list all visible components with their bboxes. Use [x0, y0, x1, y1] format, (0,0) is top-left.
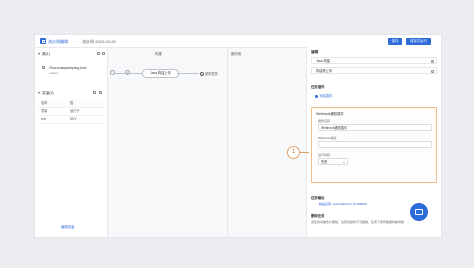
variables-section-header[interactable]: 变量(3) — [38, 91, 54, 96]
add-plugin-label: 添加插件 — [319, 94, 333, 98]
chat-fab-button[interactable] — [410, 203, 428, 221]
step-item[interactable]: Java 构建 — [311, 57, 437, 64]
stage-label-new[interactable]: 新阶段 — [231, 51, 241, 56]
edit-icon[interactable] — [93, 91, 96, 94]
page-title[interactable]: 流水线编辑 — [48, 39, 68, 45]
more-icon[interactable] — [102, 52, 105, 55]
delete-task-description: 该任务将被永久删除，注意该操作不可撤销，任务下所有数据将被清除 — [311, 220, 405, 224]
repo-icon — [42, 66, 45, 69]
task-plugin-header: 任务插件 — [311, 85, 325, 89]
step-label: 构建物上传 — [316, 69, 332, 73]
pipeline-canvas-new-stage: 新阶段 — [227, 48, 310, 237]
gear-icon[interactable] — [430, 59, 434, 63]
add-task-button[interactable]: + 新的任务 — [200, 71, 218, 76]
pipeline-icon — [40, 38, 46, 44]
var-value: DEV — [70, 117, 77, 121]
add-plugin-link[interactable]: 添加插件 — [315, 93, 332, 98]
run-condition-select[interactable]: 失败 — [318, 158, 348, 165]
table-row: env DEV — [38, 115, 104, 124]
chevron-down-icon — [38, 53, 40, 56]
source-section-header[interactable]: 源(1) — [38, 52, 50, 57]
gear-icon[interactable] — [430, 69, 434, 73]
step-label: Java 构建 — [316, 59, 330, 63]
repo-name: ...Flow-example/spring-boot — [47, 66, 87, 70]
add-icon — [315, 94, 318, 98]
plugin-name-label: 插件名称 — [318, 119, 331, 123]
col-value-header: 值 — [70, 101, 74, 105]
annotation-marker: 1 — [287, 146, 300, 159]
save-and-run-button[interactable]: 保存并运行 — [406, 37, 431, 45]
webhook-plugin-card: Webhook通知插件 插件名称 Webhook通知插件 Webhook地址 运… — [311, 107, 437, 183]
left-sidebar: 源(1) ...Flow-example/spring-boot master … — [35, 48, 108, 237]
task-output-value[interactable]: 制品名称: default(BUILD_NUMBER) — [319, 202, 367, 206]
webhook-url-input[interactable] — [318, 141, 432, 148]
source-header-label: 源(1) — [42, 52, 50, 56]
var-name: 变量 — [41, 109, 48, 113]
pipeline-name: 流水线 2020-04-28 — [82, 38, 116, 44]
save-button[interactable]: 保存 — [388, 37, 402, 45]
var-name: env — [41, 117, 47, 121]
chevron-down-icon — [38, 92, 40, 95]
webhook-url-label: Webhook地址 — [318, 136, 337, 140]
repo-item[interactable]: ...Flow-example/spring-boot — [47, 66, 105, 70]
col-name-header: 名称 — [41, 101, 48, 105]
connector-line — [115, 72, 125, 74]
edit-variables-link[interactable]: 编辑变量 — [61, 224, 75, 229]
connector-line — [130, 72, 142, 74]
webhook-plugin-header[interactable]: Webhook通知插件 — [316, 111, 344, 116]
repo-branch: master — [49, 71, 59, 75]
connector-line — [177, 72, 199, 74]
annotation-line — [300, 152, 309, 153]
variables-header-label: 变量(3) — [42, 91, 54, 95]
task-output-header: 任务输出 — [311, 196, 325, 200]
copy-icon[interactable] — [99, 91, 102, 94]
plugin-name-input[interactable]: Webhook通知插件 — [318, 124, 432, 131]
run-condition-value: 失败 — [321, 160, 328, 164]
stage-label-build[interactable]: 构建 — [155, 51, 162, 56]
panel-title: 编辑 — [311, 50, 319, 54]
run-condition-label: 运行时机 — [318, 153, 331, 157]
chevron-down-icon — [343, 161, 345, 163]
add-icon[interactable] — [97, 52, 100, 55]
job-java-build-upload[interactable]: Java 构建上传 — [142, 69, 179, 78]
step-item[interactable]: 构建物上传 — [311, 67, 437, 74]
plus-icon: + — [200, 72, 204, 76]
delete-task-header: 删除任务 — [311, 214, 325, 218]
add-task-label: 新的任务 — [205, 72, 218, 76]
var-value: 运行于 — [70, 109, 80, 113]
